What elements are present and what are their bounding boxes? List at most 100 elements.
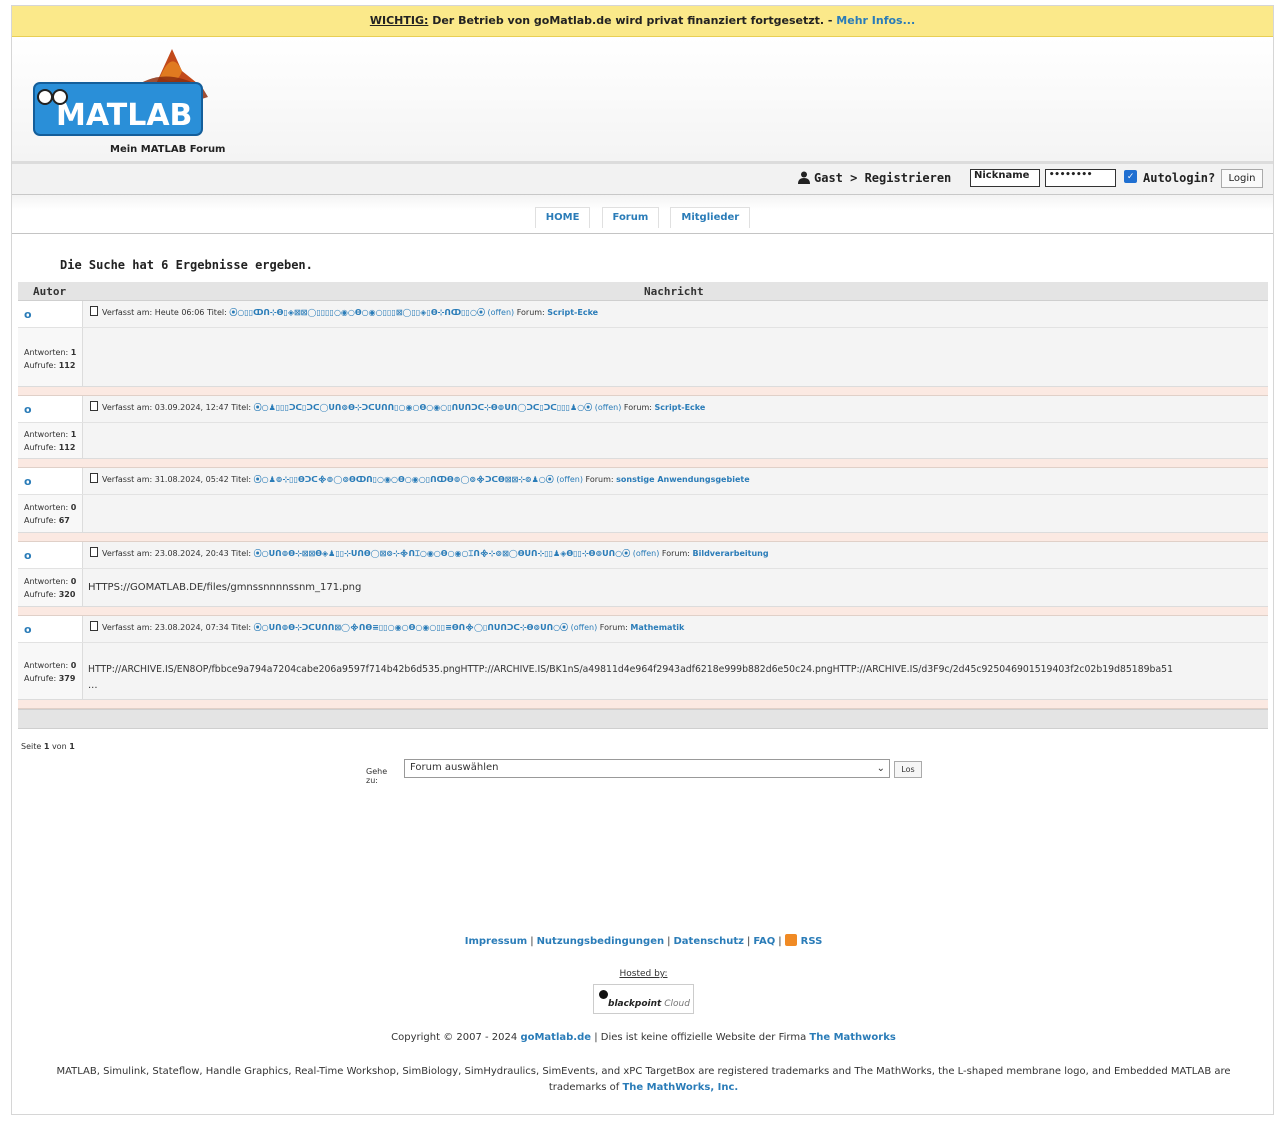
replies-label: Antworten:	[24, 348, 69, 357]
goto-button[interactable]: Los	[894, 761, 922, 778]
password-input[interactable]: ••••••••	[1045, 169, 1116, 187]
replies-label: Antworten:	[24, 577, 69, 586]
forum-link[interactable]: Script-Ecke	[655, 403, 706, 412]
post-body-text: HTTPS://GOMATLAB.DE/files/gmnssnnnnssnm_…	[88, 582, 362, 593]
post-title-link[interactable]: ⦿○ᑌᑎ⊚ϴ⊹ᑐᑕᑌᑎᑎ⊠◯᯽ᑎϴ≡▯▯○◉○ϴ○◉○▯▯≡ϴᑎ᯽◯▯ᑎᑌᑎᑐᑕ…	[254, 623, 568, 632]
post-meta: Verfasst am: Heute 06:06 Titel: ⦿○▯▯ↀᑎ⊹ϴ…	[90, 306, 598, 318]
guest-register-link[interactable]: Gast > Registrieren	[798, 171, 951, 187]
footer-link-rss[interactable]: RSS	[801, 936, 823, 947]
views-count: 112	[58, 443, 76, 452]
footer-link-faq[interactable]: FAQ	[753, 936, 775, 947]
post-title-link[interactable]: ⦿○▯▯ↀᑎ⊹ϴ▯◈⊠⊠◯▯▯▯▯○◉○ϴ○◉○▯▯▯⊠◯▯▯◈▯ϴ⊹ᑎↀ▯▯○…	[229, 308, 485, 317]
author-cell: o	[18, 396, 83, 422]
post-header-row: o Verfasst am: 23.08.2024, 07:34 Titel: …	[18, 616, 1268, 643]
views-label: Aufrufe:	[24, 443, 57, 452]
author-name[interactable]: o	[24, 623, 32, 636]
trademark-notice: MATLAB, Simulink, Stateflow, Handle Grap…	[42, 1064, 1245, 1096]
result-post: o Verfasst am: 23.08.2024, 07:34 Titel: …	[18, 616, 1268, 700]
post-body-text: HTTP://ARCHIVE.IS/EN8OP/fbbce9a794a7204c…	[88, 664, 1173, 675]
tab-forum[interactable]: Forum	[601, 207, 660, 228]
author-stats-cell: Antworten: 0 Aufrufe: 320	[18, 569, 83, 606]
copyright-mid: | Dies ist keine offizielle Website der …	[591, 1032, 810, 1043]
post-date: Verfasst am: 23.08.2024, 07:34 Titel:	[102, 623, 252, 632]
blackpoint-logo[interactable]: blackpoint Cloud	[593, 984, 694, 1014]
search-result-count: Die Suche hat 6 Ergebnisse ergeben.	[60, 258, 313, 272]
post-separator	[18, 607, 1268, 616]
post-body-row: Antworten: 1 Aufrufe: 112	[18, 423, 1268, 458]
copyright-prefix: Copyright © 2007 - 2024	[391, 1032, 521, 1043]
views-count: 67	[58, 516, 70, 525]
post-meta: Verfasst am: 03.09.2024, 12:47 Titel: ⦿○…	[90, 401, 705, 413]
notice-more-link[interactable]: Mehr Infos...	[836, 14, 915, 27]
forum-link[interactable]: Bildverarbeitung	[693, 549, 769, 558]
notice-text: Der Betrieb von goMatlab.de wird privat …	[428, 14, 837, 27]
author-stats-cell: Antworten: 1 Aufrufe: 112	[18, 328, 83, 386]
post-body-row: Antworten: 0 Aufrufe: 379 HTTP://ARCHIVE…	[18, 643, 1268, 699]
nickname-input[interactable]: Nickname	[970, 169, 1040, 187]
col-message-header: Nachricht	[644, 285, 704, 298]
logo-text: MATLAB	[56, 98, 192, 133]
author-cell: o	[18, 468, 83, 494]
post-title-link[interactable]: ⦿○♟⊚⊹▯▯ϴᑐᑕ᯽⊚◯⊚ϴↀᑎ▯○◉○ϴ○◉○▯ᑎↀϴ⊚◯⊚᯽ᑐᑕϴ⊠⊠⊹⊚…	[254, 475, 554, 484]
post-title-link[interactable]: ⦿○♟▯▯▯ᑐᑕ▯ᑐᑕ◯ᑌᑎ⊚ϴ⊹ᑐᑕᑌᑎᑎ▯○◉○ϴ○◉○▯ᑎᑌᑎᑐᑕ⊹ϴ⊚ᑌ…	[254, 403, 593, 412]
trademark-company-link[interactable]: The MathWorks, Inc.	[622, 1082, 738, 1093]
replies-count: 1	[70, 430, 77, 439]
forum-label: Forum:	[623, 403, 652, 412]
result-post: o Verfasst am: 03.09.2024, 12:47 Titel: …	[18, 396, 1268, 459]
result-post: o Verfasst am: Heute 06:06 Titel: ⦿○▯▯ↀᑎ…	[18, 301, 1268, 387]
pagination-prefix: Seite	[21, 742, 44, 751]
author-stats-cell: Antworten: 0 Aufrufe: 67	[18, 495, 83, 532]
post-title-link[interactable]: ⦿○ᑌᑎ⊚ϴ⊹⊠⊠ϴ◈♟▯▯⊹ᑌᑎϴ◯⊠⊚⊹᯽ᑎ⌶○◉○ϴ○◉○⌶ᑎ᯽⊹⊚⊠◯ϴ…	[254, 549, 631, 558]
autologin-checkbox[interactable]: ✓	[1124, 170, 1137, 183]
result-post: o Verfasst am: 23.08.2024, 20:43 Titel: …	[18, 542, 1268, 607]
author-name[interactable]: o	[24, 403, 32, 416]
login-button[interactable]: Login	[1221, 169, 1263, 188]
replies-count: 0	[70, 503, 77, 512]
rss-icon[interactable]	[784, 934, 797, 946]
views-label: Aufrufe:	[24, 674, 57, 683]
notice-bar: WICHTIG: Der Betrieb von goMatlab.de wir…	[12, 6, 1273, 37]
replies-label: Antworten:	[24, 430, 69, 439]
post-stats: Antworten: 1 Aufrufe: 112	[24, 346, 76, 372]
footer-links: Impressum | Nutzungsbedingungen | Datenschut…	[464, 934, 823, 947]
results-table: Autor Nachricht o Verfasst am: Heute 06:…	[18, 282, 1268, 729]
author-name[interactable]: o	[24, 308, 32, 321]
tab-members[interactable]: Mitglieder	[670, 207, 751, 228]
post-meta: Verfasst am: 31.08.2024, 05:42 Titel: ⦿○…	[90, 473, 750, 485]
pagination-info: Seite 1 von 1	[21, 742, 75, 751]
post-stats: Antworten: 0 Aufrufe: 320	[24, 575, 76, 601]
views-count: 379	[58, 674, 76, 683]
replies-count: 1	[70, 348, 77, 357]
forum-select-value: Forum auswählen	[410, 762, 499, 773]
post-stats: Antworten: 0 Aufrufe: 67	[24, 501, 76, 527]
post-separator	[18, 700, 1268, 709]
replies-label: Antworten:	[24, 503, 69, 512]
gomatlab-logo[interactable]: MATLAB	[32, 47, 212, 139]
forum-link[interactable]: Script-Ecke	[547, 308, 598, 317]
forum-link[interactable]: Mathematik	[630, 623, 684, 632]
author-name[interactable]: o	[24, 549, 32, 562]
autologin-label: Autologin?	[1143, 171, 1216, 185]
tab-home[interactable]: HOME	[534, 207, 591, 228]
forum-label: Forum:	[661, 549, 690, 558]
copyright-site-link[interactable]: goMatlab.de	[520, 1032, 591, 1043]
forum-label: Forum:	[585, 475, 614, 484]
forum-link[interactable]: sonstige Anwendungsgebiete	[616, 475, 750, 484]
author-name[interactable]: o	[24, 475, 32, 488]
copyright-company-link[interactable]: The Mathworks	[809, 1032, 895, 1043]
post-body-row: Antworten: 0 Aufrufe: 67	[18, 495, 1268, 532]
document-icon	[90, 306, 98, 316]
forum-select[interactable]: Forum auswählen ⌄	[404, 759, 890, 778]
footer-link-impressum[interactable]: Impressum	[465, 936, 527, 947]
col-author-header: Autor	[33, 285, 67, 298]
author-cell: o	[18, 301, 83, 327]
post-separator	[18, 459, 1268, 468]
footer-link-privacy[interactable]: Datenschutz	[673, 936, 743, 947]
post-header-row: o Verfasst am: 03.09.2024, 12:47 Titel: …	[18, 396, 1268, 423]
post-date: Verfasst am: 31.08.2024, 05:42 Titel:	[102, 475, 252, 484]
footer-link-terms[interactable]: Nutzungsbedingungen	[537, 936, 665, 947]
forum-label: Forum:	[599, 623, 628, 632]
author-cell: o	[18, 542, 83, 568]
views-label: Aufrufe:	[24, 361, 57, 370]
post-body-row: Antworten: 0 Aufrufe: 320 HTTPS://GOMATL…	[18, 569, 1268, 606]
